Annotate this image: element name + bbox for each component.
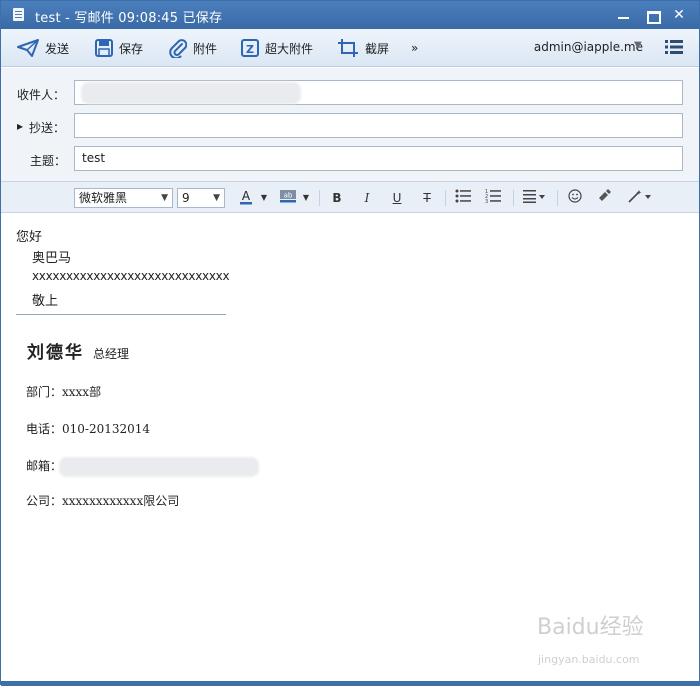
menu-list-icon[interactable] [665,40,683,57]
paperclip-icon [169,38,187,58]
cc-label: 抄送： [29,121,66,135]
format-painter-icon[interactable] [597,189,613,207]
title-bar: test - 写邮件 09:08:45 已保存 ✕ [1,1,699,29]
toolbar-divider [445,190,446,206]
toolbar-divider [557,190,558,206]
recipient-text: 奥巴马 [32,251,72,266]
content-text: xxxxxxxxxxxxxxxxxxxxxxxxxxxxx [32,269,230,283]
attach-label: 附件 [193,41,218,56]
big-attachment-button[interactable]: Z 超大附件 [241,36,313,60]
magic-wand-icon[interactable] [627,189,653,207]
save-button[interactable]: 保存 [95,36,143,60]
big-attachment-icon: Z [241,39,259,57]
signature-title: 总经理 [93,347,130,361]
signature-phone: 电话：010-20132014 [26,422,151,436]
redacted-email [59,457,259,477]
send-icon [17,39,39,57]
chevron-down-icon: ▼ [213,193,220,203]
svg-text:A: A [242,189,251,203]
subject-label: 主题： [30,154,67,168]
big-attachment-label: 超大附件 [265,41,314,56]
chevron-down-icon[interactable]: ▼ [259,189,269,207]
window-title: test - 写邮件 09:08:45 已保存 [35,11,223,26]
italic-button[interactable]: I [359,189,375,207]
screenshot-button[interactable]: 截屏 [337,36,389,60]
redacted-recipient [81,82,301,104]
more-button[interactable]: » [411,36,418,60]
signature-divider [16,314,226,315]
screenshot-label: 截屏 [365,41,390,56]
document-icon [13,8,24,21]
to-label: 收件人： [17,88,66,102]
closing-text: 敬上 [32,294,59,309]
format-toolbar: 微软雅黑 ▼ 9 ▼ A ▼ ab ▼ B I U T 123 [1,182,699,213]
cc-expand-icon[interactable]: ▸ [17,119,23,133]
font-family-value: 微软雅黑 [79,191,128,205]
chevron-down-icon: ▼ [161,193,168,203]
bullet-list-icon[interactable] [455,189,471,207]
header-fields: 收件人： ▸ 抄送： 主题： test [1,68,699,182]
toolbar-divider [513,190,514,206]
baidu-watermark-url: jingyan.baidu.com [538,653,640,666]
send-button[interactable]: 发送 [17,36,69,60]
attach-button[interactable]: 附件 [169,36,217,60]
highlight-color-icon[interactable]: ab [279,189,297,207]
svg-text:3: 3 [485,199,488,203]
chevron-down-icon[interactable]: ▼ [301,189,311,207]
cc-input[interactable] [74,113,683,138]
signature-name: 刘德华 [27,343,84,363]
signature-company: 公司：xxxxxxxxxxxx限公司 [26,494,180,508]
strikethrough-button[interactable]: T [419,189,435,207]
greeting-text: 您好 [16,230,43,245]
crop-icon [337,38,359,58]
minimize-button[interactable] [613,5,635,25]
font-family-select[interactable]: 微软雅黑 ▼ [74,188,173,208]
font-size-select[interactable]: 9 ▼ [177,188,225,208]
more-label: » [411,41,419,55]
save-label: 保存 [119,41,144,56]
chevron-down-icon[interactable]: ▼ [634,40,642,51]
numbered-list-icon[interactable]: 123 [485,189,501,207]
emoji-icon[interactable] [567,189,583,207]
bold-button[interactable]: B [329,189,345,207]
compose-window: test - 写邮件 09:08:45 已保存 ✕ 发送 保存 附件 Z 超大附… [0,0,700,686]
send-label: 发送 [45,41,70,56]
svg-text:Z: Z [246,43,254,56]
save-icon [95,39,113,57]
svg-text:ab: ab [284,192,293,200]
account-selector[interactable]: admin@iapple.me [534,40,643,54]
close-button[interactable]: ✕ [668,5,690,25]
font-color-icon[interactable]: A [239,189,253,207]
baidu-watermark: Baidu经验 [537,615,644,640]
subject-input[interactable]: test [74,146,683,171]
underline-button[interactable]: U [389,189,405,207]
signature-department: 部门：xxxx部 [26,385,102,399]
signature-email: 邮箱： [26,459,63,473]
align-icon[interactable] [523,189,547,207]
toolbar-divider [319,190,320,206]
maximize-button[interactable] [641,5,663,25]
font-size-value: 9 [182,191,190,205]
main-toolbar: 发送 保存 附件 Z 超大附件 截屏 » admin@iapple.me ▼ [1,29,699,67]
window-bottom-border [1,681,700,686]
